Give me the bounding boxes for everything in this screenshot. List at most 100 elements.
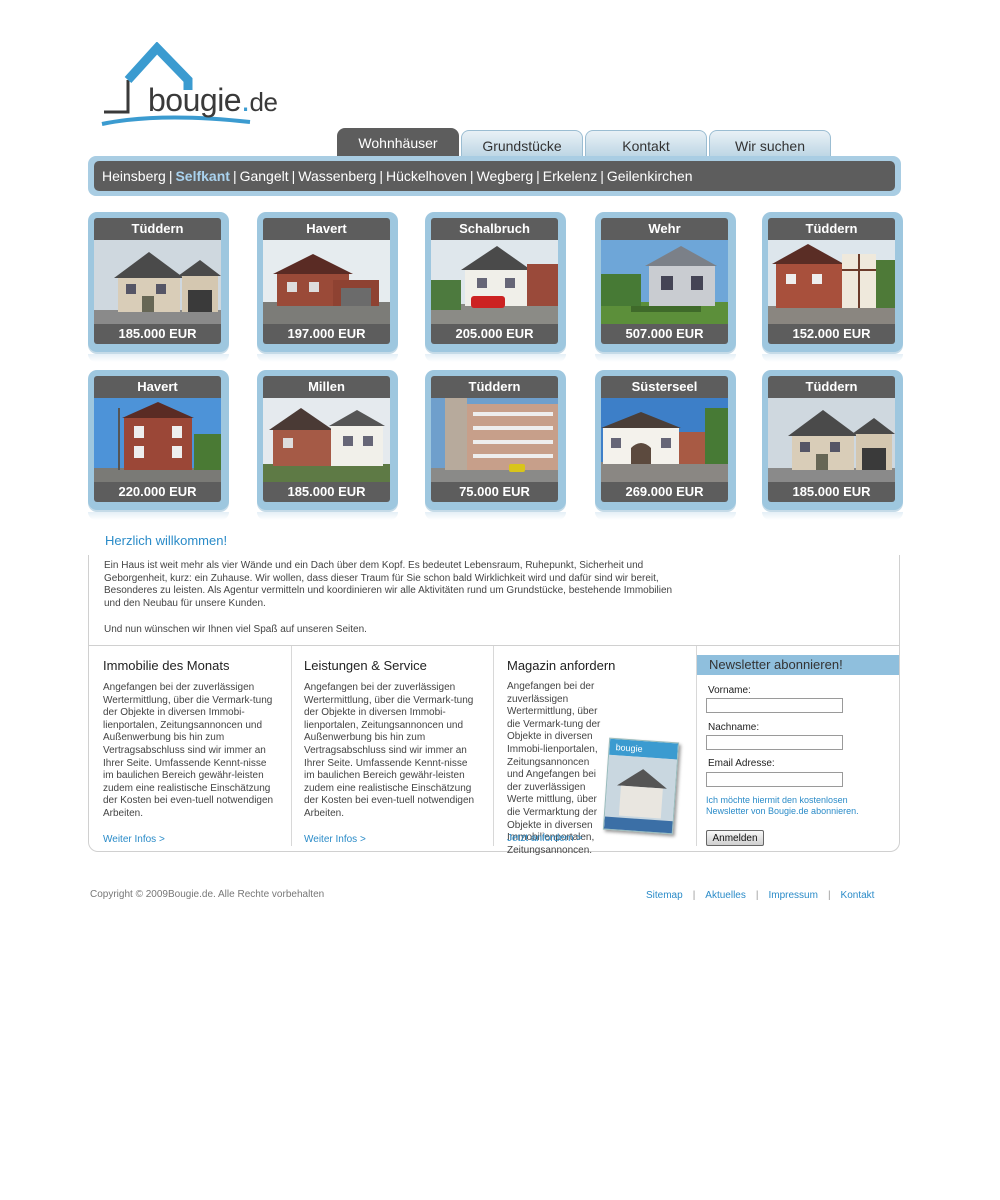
property-card-inner: Tüddern 185.000 EUR [94,218,221,344]
subscribe-button[interactable]: Anmelden [706,830,764,846]
card-reflection [425,354,566,362]
city-separator: | [291,168,296,184]
footer-link-impressum[interactable]: Impressum [768,890,817,901]
firstname-field[interactable] [706,698,843,713]
property-photo [431,240,558,324]
city-geilenkirchen[interactable]: Geilenkirchen [607,168,693,184]
property-card[interactable]: Havert 197.000 EUR [257,212,398,362]
footer-links: Sitemap | Aktuelles | Impressum | Kontakt [646,890,874,901]
column-title-immobilie: Immobilie des Monats [103,658,230,673]
property-card-inner: Tüddern 75.000 EUR [431,376,558,502]
property-location: Schalbruch [459,221,530,236]
divider [88,645,900,646]
logo-wordmark: bougie.de [148,82,278,118]
city-wassenberg[interactable]: Wassenberg [298,168,376,184]
more-info-link[interactable]: Weiter Infos > [304,834,366,845]
property-location: Süsterseel [631,379,698,394]
card-reflection [762,512,903,520]
property-card[interactable]: Tüddern 185.000 EUR [762,370,903,520]
firstname-label: Vorname: [708,685,751,696]
footer-link-aktuelles[interactable]: Aktuelles [705,890,746,901]
city-wegberg[interactable]: Wegberg [477,168,534,184]
welcome-title: Herzlich willkommen! [105,533,228,548]
city-selfkant[interactable]: Selfkant [175,168,229,184]
property-card-inner: Havert 220.000 EUR [94,376,221,502]
column-text-immobilie: Angefangen bei der zuverlässigen Werterm… [103,682,274,819]
city-separator: | [379,168,383,184]
property-card[interactable]: Süsterseel 269.000 EUR [595,370,736,520]
footer-separator: | [755,890,759,901]
property-card[interactable]: Tüddern 152.000 EUR [762,212,903,362]
property-card-inner: Tüddern 185.000 EUR [768,376,895,502]
lastname-label: Nachname: [708,722,760,733]
property-card-inner: Tüddern 152.000 EUR [768,218,895,344]
card-reflection [595,354,736,362]
property-photo [263,398,390,482]
property-card-inner: Schalbruch 205.000 EUR [431,218,558,344]
property-card-inner: Havert 197.000 EUR [263,218,390,344]
magazine-house-picture [603,754,679,835]
property-card[interactable]: Millen 185.000 EUR [257,370,398,520]
property-card[interactable]: Tüddern 185.000 EUR [88,212,229,362]
property-location: Tüddern [131,221,184,236]
column-title-leistungen: Leistungen & Service [304,658,427,673]
lastname-field[interactable] [706,735,843,750]
city-heinsberg[interactable]: Heinsberg [102,168,166,184]
footer-link-sitemap[interactable]: Sitemap [646,890,683,901]
property-location: Tüddern [805,221,858,236]
property-photo [431,398,558,482]
welcome-closing: Und nun wünschen wir Ihnen viel Spaß auf… [104,624,367,635]
column-text-magazin: Angefangen bei der zuverlässigen Werterm… [507,681,601,856]
city-separator: | [600,168,604,184]
property-card[interactable]: Schalbruch 205.000 EUR [425,212,566,362]
newsletter-title: Newsletter abonnieren! [697,655,899,675]
column-divider [696,646,697,846]
property-price: 197.000 EUR [287,326,366,341]
card-reflection [257,512,398,520]
property-card-inner: Süsterseel 269.000 EUR [601,376,728,502]
card-reflection [595,512,736,520]
city-nav: Heinsberg | Selfkant | Gangelt | Wassenberg | Hü… [88,156,901,196]
property-location: Wehr [648,221,681,236]
more-info-link[interactable]: Weiter Infos > [103,834,165,845]
property-price: 185.000 EUR [287,484,366,499]
column-text-leistungen: Angefangen bei der zuverlässigen Werterm… [304,682,475,819]
welcome-text: Ein Haus ist weit mehr als vier Wände un… [104,560,673,609]
column-title-magazin: Magazin anfordern [507,658,616,673]
property-price: 75.000 EUR [459,484,530,499]
magazine-cover-image[interactable]: bougie [602,737,680,835]
column-divider [291,646,292,846]
footer-link-kontakt[interactable]: Kontakt [841,890,875,901]
logo[interactable]: bougie.de [100,42,310,130]
property-location: Millen [308,379,345,394]
property-location: Havert [306,221,347,236]
property-card[interactable]: Havert 220.000 EUR [88,370,229,520]
property-card-inner: Wehr 507.000 EUR [601,218,728,344]
property-photo [94,240,221,324]
city-nav-inner: Heinsberg | Selfkant | Gangelt | Wassenberg | Hü… [94,161,895,191]
city-separator: | [536,168,540,184]
property-card[interactable]: Wehr 507.000 EUR [595,212,736,362]
city-gangelt[interactable]: Gangelt [240,168,289,184]
property-card-inner: Millen 185.000 EUR [263,376,390,502]
property-card[interactable]: Tüddern 75.000 EUR [425,370,566,520]
city-hueckelhoven[interactable]: Hückelhoven [386,168,467,184]
city-erkelenz[interactable]: Erkelenz [543,168,597,184]
footer-separator: | [692,890,696,901]
order-magazine-link[interactable]: Jetzt anfordern > [507,833,582,844]
property-price: 185.000 EUR [118,326,197,341]
column-divider [493,646,494,846]
card-reflection [88,354,229,362]
property-price: 269.000 EUR [625,484,704,499]
card-reflection [762,354,903,362]
property-price: 507.000 EUR [625,326,704,341]
email-field[interactable] [706,772,843,787]
email-label: Email Adresse: [708,758,775,769]
property-photo [601,240,728,324]
footer-separator: | [827,890,831,901]
property-price: 220.000 EUR [118,484,197,499]
property-location: Tüddern [805,379,858,394]
card-reflection [88,512,229,520]
newsletter-consent-text[interactable]: Ich möchte hiermit den kostenlosen Newsl… [706,795,876,817]
city-separator: | [469,168,474,184]
